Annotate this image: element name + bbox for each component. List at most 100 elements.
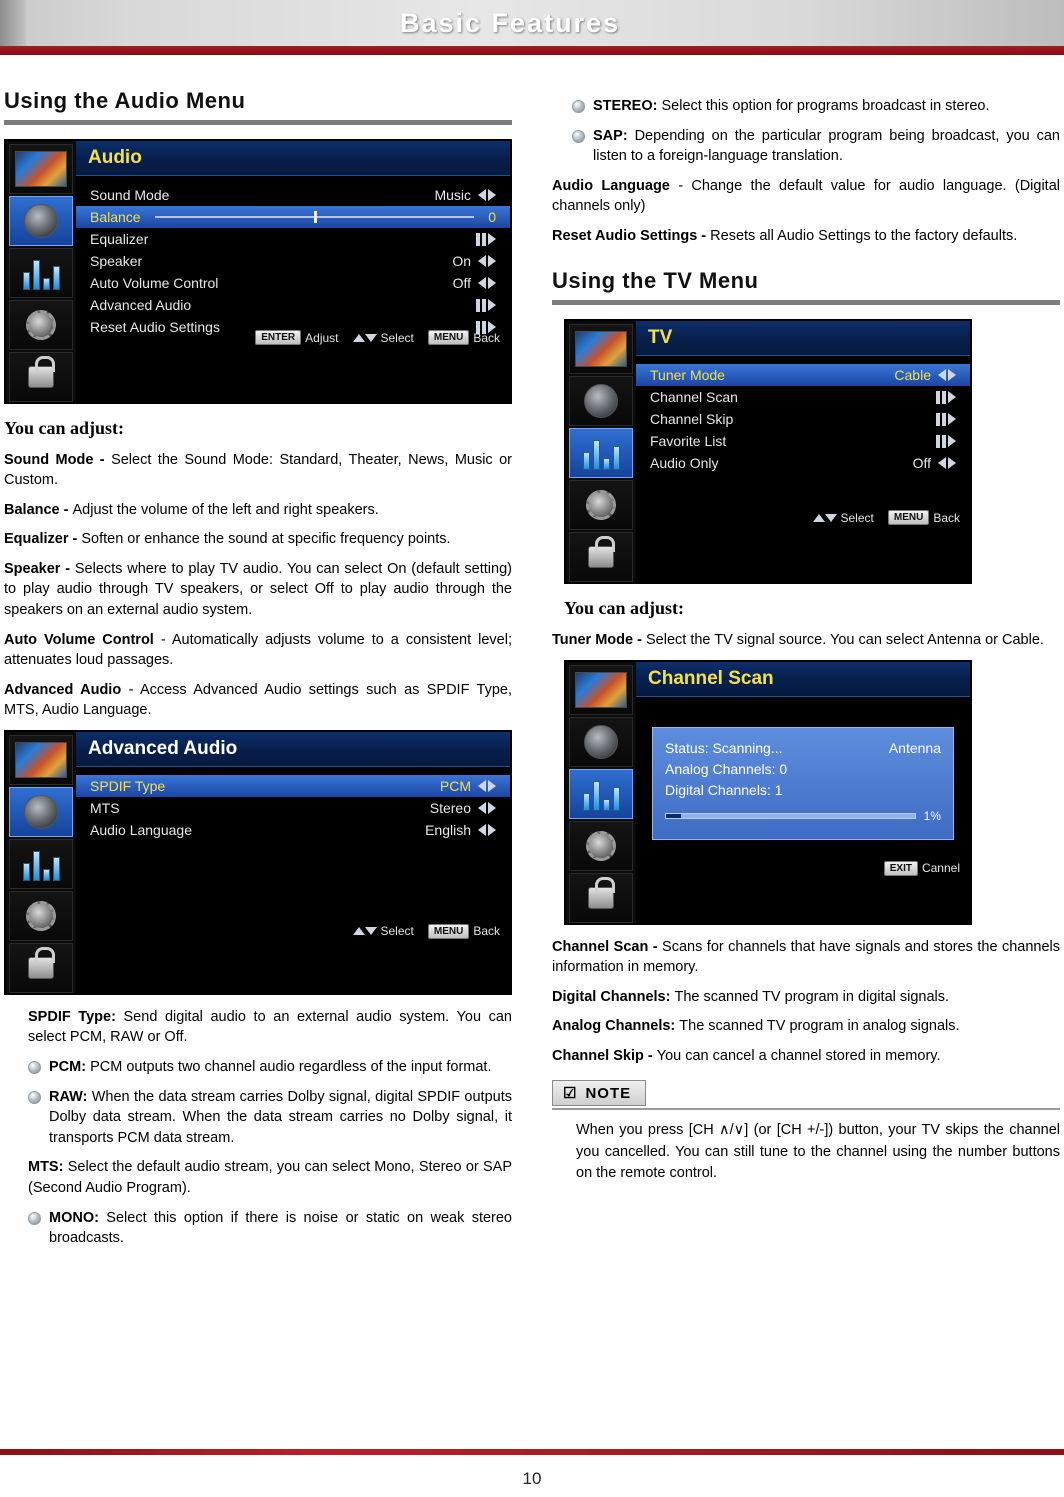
note-body: When you press [CH ∧/∨] (or [CH +/-]) bu… <box>552 1108 1060 1183</box>
osd-row-spdif-type[interactable]: SPDIF Type PCM <box>76 774 510 797</box>
row-value: English <box>425 821 471 838</box>
tv-channel-icon[interactable] <box>569 428 633 479</box>
hint-updown-select: Select <box>812 511 874 525</box>
row-value: Off <box>452 275 471 291</box>
settings-gear-icon[interactable] <box>569 480 633 531</box>
hint-menu-back: MENU Back <box>427 330 500 345</box>
osd-main-panel: Advanced Audio SPDIF Type PCM MTS Stereo <box>76 731 510 993</box>
picture-icon[interactable] <box>569 664 633 715</box>
para-label: Sound Mode - <box>4 451 112 468</box>
channel-scan-osd: Channel Scan Status: Scanning... Antenna… <box>564 659 972 925</box>
balance-slider[interactable] <box>154 211 475 223</box>
osd-row-auto-volume-control[interactable]: Auto Volume Control Off <box>76 272 510 294</box>
osd-row-channel-scan[interactable]: Channel Scan <box>636 386 970 408</box>
row-value: On <box>452 253 471 269</box>
lock-icon[interactable] <box>569 872 633 923</box>
equalizer-icon[interactable] <box>9 838 73 889</box>
bullet-pcm: PCM: PCM outputs two channel audio regar… <box>28 1057 512 1078</box>
osd-row-favorite-list[interactable]: Favorite List <box>636 430 970 452</box>
row-value: Off <box>912 455 931 472</box>
audio-icon[interactable] <box>9 196 73 246</box>
hint-updown-select: Select <box>352 924 414 938</box>
digital-channels-count: Digital Channels: 1 <box>665 781 783 798</box>
bullet-text: When the data stream carries Dolby signa… <box>49 1088 512 1146</box>
osd-row-audio-language[interactable]: Audio Language English <box>76 819 510 841</box>
row-label: SPDIF Type <box>90 777 166 794</box>
para-label: Equalizer - <box>4 531 82 548</box>
row-label: Balance <box>90 209 141 225</box>
para-label: Balance - <box>4 501 73 518</box>
bullet-label: STEREO: <box>593 98 662 114</box>
para-label: Analog Channels: <box>552 1018 680 1035</box>
bullet-sap: SAP: Depending on the particular program… <box>572 126 1060 167</box>
hint-label: Back <box>473 330 500 345</box>
osd-sidebar-icons <box>6 141 76 402</box>
hint-label: Cannel <box>921 861 960 876</box>
picture-icon[interactable] <box>9 734 73 785</box>
settings-gear-icon[interactable] <box>569 820 633 871</box>
right-column: STEREO: Select this option for programs … <box>552 88 1060 1184</box>
note-block: ☑ NOTE When you press [CH ∧/∨] (or [CH +… <box>552 1080 1060 1183</box>
scan-progress-percent: 1% <box>923 808 941 823</box>
osd-row-channel-skip[interactable]: Channel Skip <box>636 408 970 430</box>
para-channel-scan: Channel Scan - Scans for channels that h… <box>552 937 1060 978</box>
lock-icon[interactable] <box>9 352 73 402</box>
row-value: PCM <box>439 777 471 794</box>
bullet-dot-icon <box>28 1061 41 1075</box>
section-heading-audio-menu: Using the Audio Menu <box>4 88 246 113</box>
osd-row-balance[interactable]: Balance 0 <box>76 206 510 228</box>
left-right-arrows-icon <box>478 277 496 289</box>
header-left-accent <box>0 0 26 46</box>
audio-icon[interactable] <box>569 716 633 767</box>
scan-progress-panel: Status: Scanning... Antenna Analog Chann… <box>636 697 970 882</box>
para-label: Channel Skip - <box>552 1047 657 1064</box>
submenu-arrow-icon <box>476 298 496 312</box>
osd-row-advanced-audio[interactable]: Advanced Audio <box>76 294 510 316</box>
para-sound-mode: Sound Mode - Select the Sound Mode: Stan… <box>4 450 512 491</box>
osd-title: Advanced Audio <box>76 731 510 767</box>
para-tuner-mode: Tuner Mode - Select the TV signal source… <box>552 630 1060 651</box>
osd-row-equalizer[interactable]: Equalizer <box>76 228 510 250</box>
osd-rows: SPDIF Type PCM MTS Stereo Audio Language <box>76 767 510 945</box>
lock-icon[interactable] <box>9 942 73 993</box>
para-text: Adjust the volume of the left and right … <box>72 501 379 518</box>
osd-sidebar-icons <box>6 731 76 993</box>
row-label: Favorite List <box>650 433 727 450</box>
osd-row-tuner-mode[interactable]: Tuner Mode Cable <box>636 364 970 387</box>
para-label: Speaker - <box>4 560 75 577</box>
row-label: Equalizer <box>90 231 149 247</box>
section-heading-tv-menu: Using the TV Menu <box>552 268 759 294</box>
osd-row-audio-only[interactable]: Audio Only Off <box>636 452 970 474</box>
audio-icon[interactable] <box>9 786 73 837</box>
header-red-rule <box>0 46 1064 55</box>
osd-row-sound-mode[interactable]: Sound Mode Music <box>76 184 510 206</box>
bullet-raw: RAW: When the data stream carries Dolby … <box>28 1087 512 1149</box>
settings-gear-icon[interactable] <box>9 300 73 350</box>
osd-footer-hints: Select MENU Back <box>352 923 500 939</box>
hint-enter-adjust: ENTER Adjust <box>255 330 339 345</box>
picture-icon[interactable] <box>569 324 633 375</box>
row-label: MTS <box>90 799 120 816</box>
equalizer-icon[interactable] <box>9 248 73 298</box>
audio-icon[interactable] <box>569 376 633 427</box>
row-label: Audio Language <box>90 821 192 838</box>
submenu-arrow-icon <box>936 390 956 404</box>
row-label: Audio Only <box>650 455 719 472</box>
para-speaker: Speaker - Selects where to play TV audio… <box>4 559 512 621</box>
picture-icon[interactable] <box>9 144 73 194</box>
left-right-arrows-icon <box>478 801 496 814</box>
scan-status-box: Status: Scanning... Antenna Analog Chann… <box>652 726 954 840</box>
osd-row-speaker[interactable]: Speaker On <box>76 250 510 272</box>
osd-row-mts[interactable]: MTS Stereo <box>76 797 510 819</box>
exit-key-badge: EXIT <box>883 860 918 876</box>
note-label: NOTE <box>585 1084 632 1102</box>
you-can-adjust-heading: You can adjust: <box>564 598 685 619</box>
tv-channel-icon[interactable] <box>569 768 633 819</box>
row-label: Channel Scan <box>650 389 738 406</box>
lock-icon[interactable] <box>569 532 633 583</box>
para-text: Soften or enhance the sound at specific … <box>81 531 451 548</box>
hint-menu-back: MENU Back <box>887 510 960 526</box>
hint-label: Select <box>380 330 414 345</box>
settings-gear-icon[interactable] <box>9 890 73 941</box>
para-reset-audio-settings: Reset Audio Settings - Resets all Audio … <box>552 226 1060 247</box>
